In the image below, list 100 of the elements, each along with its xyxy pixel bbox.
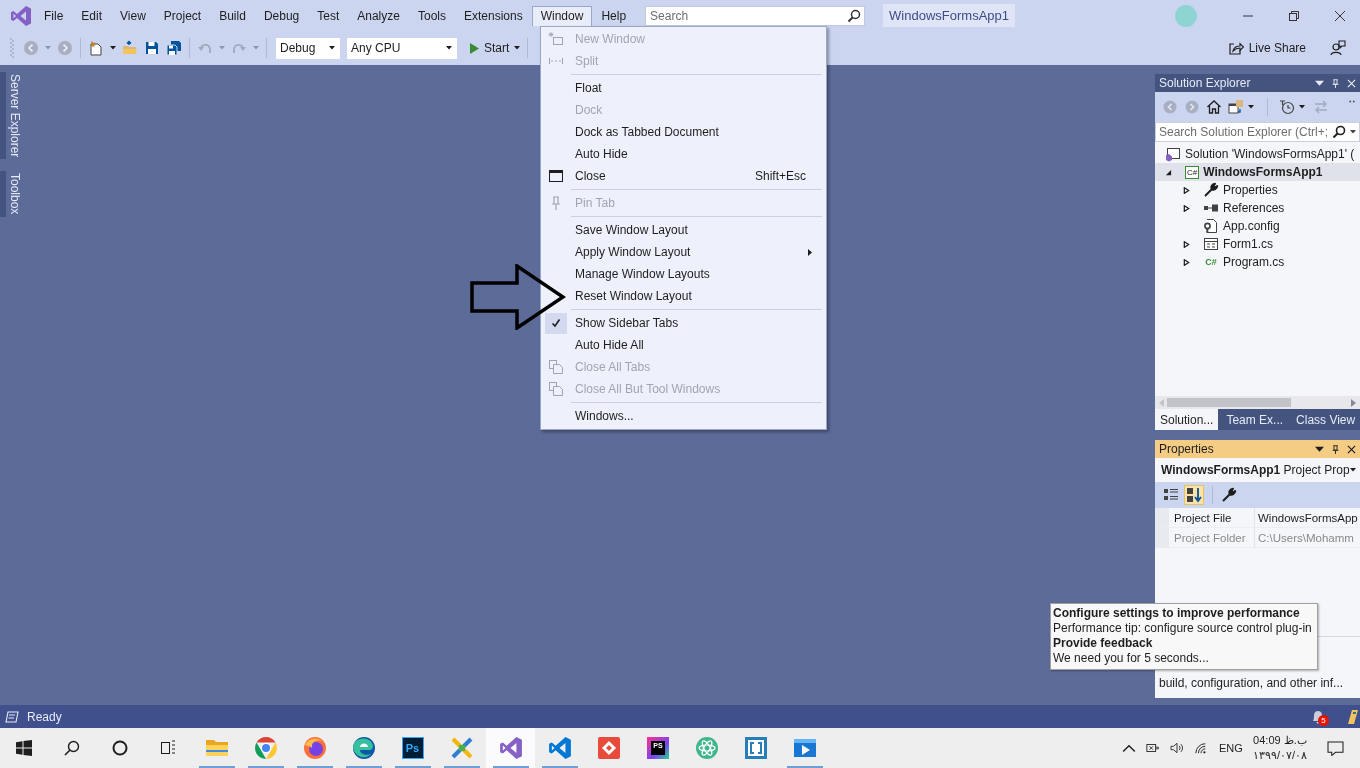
menu-item[interactable]: Help xyxy=(592,6,636,26)
close-icon[interactable] xyxy=(1347,444,1356,454)
menu-entry[interactable]: Show Sidebar Tabs xyxy=(541,312,826,334)
expander-icon[interactable] xyxy=(1165,168,1172,176)
share-icon xyxy=(1227,40,1244,56)
scroll-thumb[interactable] xyxy=(1167,398,1291,407)
notification-count: 5 xyxy=(1318,714,1329,726)
save-all-icon[interactable] xyxy=(166,40,182,56)
solution-title: WindowsFormsApp1 xyxy=(883,4,1015,27)
wrench-icon[interactable] xyxy=(1221,487,1237,503)
language-indicator[interactable]: ENG xyxy=(1219,742,1243,754)
menu-entry[interactable]: Save Window Layout xyxy=(541,219,826,241)
app-logo-icon xyxy=(10,4,32,27)
tree-item[interactable]: References xyxy=(1155,199,1360,217)
feedback-icon[interactable] xyxy=(1330,40,1346,56)
menu-entry[interactable]: Dock as Tabbed Document xyxy=(541,121,826,143)
horizontal-scrollbar[interactable] xyxy=(1155,396,1360,409)
property-description: build, configuration, and other inf... xyxy=(1159,676,1344,690)
side-tab[interactable]: Toolbox xyxy=(0,171,22,217)
globe-logo-icon xyxy=(302,736,327,760)
caret-icon[interactable] xyxy=(110,46,116,50)
tree-item[interactable]: Solution 'WindowsFormsApp1' ( xyxy=(1155,145,1360,163)
form-icon xyxy=(1203,236,1219,252)
menu-item[interactable]: File xyxy=(35,6,73,26)
menu-entry[interactable]: Auto Hide xyxy=(541,143,826,165)
panel-tab[interactable]: Team Ex... xyxy=(1221,409,1292,430)
restore-icon[interactable] xyxy=(1288,9,1300,22)
new-window-icon xyxy=(548,31,564,47)
property-name: Project Folder xyxy=(1155,528,1255,548)
pages-icon xyxy=(548,381,564,397)
diamond-tile-icon xyxy=(596,736,621,760)
close-icon[interactable] xyxy=(1334,9,1346,22)
menu-entry[interactable]: Auto Hide All xyxy=(541,334,826,356)
menu-item[interactable]: Project xyxy=(154,6,211,26)
task-view-icon xyxy=(160,740,176,756)
ring-icon xyxy=(112,740,128,756)
menu-item[interactable]: Build xyxy=(210,6,255,26)
start-button[interactable]: Start xyxy=(464,37,512,59)
tree-item[interactable]: App.config xyxy=(1155,217,1360,235)
live-share-button[interactable]: Live Share xyxy=(1227,40,1306,56)
tooltip-heading: Configure settings to improve performance xyxy=(1053,606,1301,621)
panel-title: Properties xyxy=(1159,442,1215,456)
taskbar-button[interactable] xyxy=(486,728,535,768)
menu-item[interactable]: Edit xyxy=(72,6,112,26)
tree-item[interactable]: C# WindowsFormsApp1 xyxy=(1155,163,1360,181)
side-tab[interactable]: Server Explorer xyxy=(0,72,22,160)
expander-icon[interactable] xyxy=(1183,186,1190,194)
panel-tab[interactable]: Class View xyxy=(1291,409,1360,430)
expander-icon[interactable] xyxy=(1183,240,1190,248)
caret-icon[interactable] xyxy=(1248,105,1254,109)
pin-icon[interactable] xyxy=(1331,444,1340,454)
clock-icon[interactable] xyxy=(1279,99,1295,115)
menu-item[interactable]: Tools xyxy=(408,6,455,26)
chevron-up-icon[interactable] xyxy=(1122,742,1137,754)
volume-icon[interactable] xyxy=(1170,742,1185,754)
dropdown-icon[interactable] xyxy=(1315,78,1324,88)
caret-icon xyxy=(1349,468,1356,472)
notification-icon[interactable] xyxy=(1327,740,1344,756)
menu-item[interactable]: Analyze xyxy=(348,6,409,26)
sort-icon xyxy=(1186,487,1202,503)
expander-icon[interactable] xyxy=(1183,258,1190,266)
scroll-right-icon[interactable] xyxy=(1351,398,1356,407)
caret-icon[interactable] xyxy=(514,46,521,50)
tree-item[interactable]: Properties xyxy=(1155,181,1360,199)
save-icon[interactable] xyxy=(144,40,160,56)
menu-entry[interactable]: Float xyxy=(541,77,826,99)
property-value[interactable]: WindowsFormsApp xyxy=(1255,508,1360,528)
overflow-icon[interactable] xyxy=(1349,100,1355,103)
status-text: Ready xyxy=(27,709,62,724)
ribbon-logo-icon xyxy=(498,736,523,760)
menu-item[interactable]: Test xyxy=(308,6,349,26)
network-icon[interactable] xyxy=(1146,742,1161,754)
solution-icon xyxy=(1165,146,1181,162)
menu-item[interactable]: Extensions xyxy=(455,6,532,26)
menu-item[interactable]: View xyxy=(111,6,155,26)
tree-item[interactable]: Form1.cs xyxy=(1155,235,1360,253)
pages-icon xyxy=(548,359,564,375)
pencil-icon[interactable] xyxy=(1348,709,1358,724)
menu-item[interactable]: Window xyxy=(531,6,593,26)
new-project-icon[interactable] xyxy=(88,40,104,56)
tree-item[interactable]: C# Program.cs xyxy=(1155,253,1360,271)
sort-button[interactable] xyxy=(1184,485,1204,505)
menu-item[interactable]: Debug xyxy=(254,6,309,26)
platform-dropdown[interactable]: Any CPU xyxy=(347,37,457,59)
dropdown-icon[interactable] xyxy=(1315,444,1324,454)
configuration-dropdown[interactable]: Debug xyxy=(276,37,340,59)
menu-entry[interactable]: Manage Window Layouts xyxy=(541,263,826,285)
menu-entry[interactable]: Close Shift+Esc xyxy=(541,165,826,187)
expander-icon[interactable] xyxy=(1183,204,1190,212)
file-type-mark: C# xyxy=(1204,257,1218,267)
open-folder-icon[interactable] xyxy=(122,40,138,56)
menu-entry[interactable]: Apply Window Layout xyxy=(541,241,826,263)
wrench-icon xyxy=(1203,182,1219,198)
home-icon[interactable] xyxy=(1206,99,1222,115)
switch-views-icon[interactable] xyxy=(1228,99,1244,115)
caret-icon[interactable] xyxy=(1299,105,1305,109)
menu-entry[interactable]: Reset Window Layout xyxy=(541,285,826,307)
clock[interactable]: 04:09 ب.ظ ۱۳۹۹/۰۷/۰۸ xyxy=(1252,733,1307,763)
search-icon xyxy=(64,740,80,756)
menu-entry[interactable]: Windows... xyxy=(541,405,826,427)
